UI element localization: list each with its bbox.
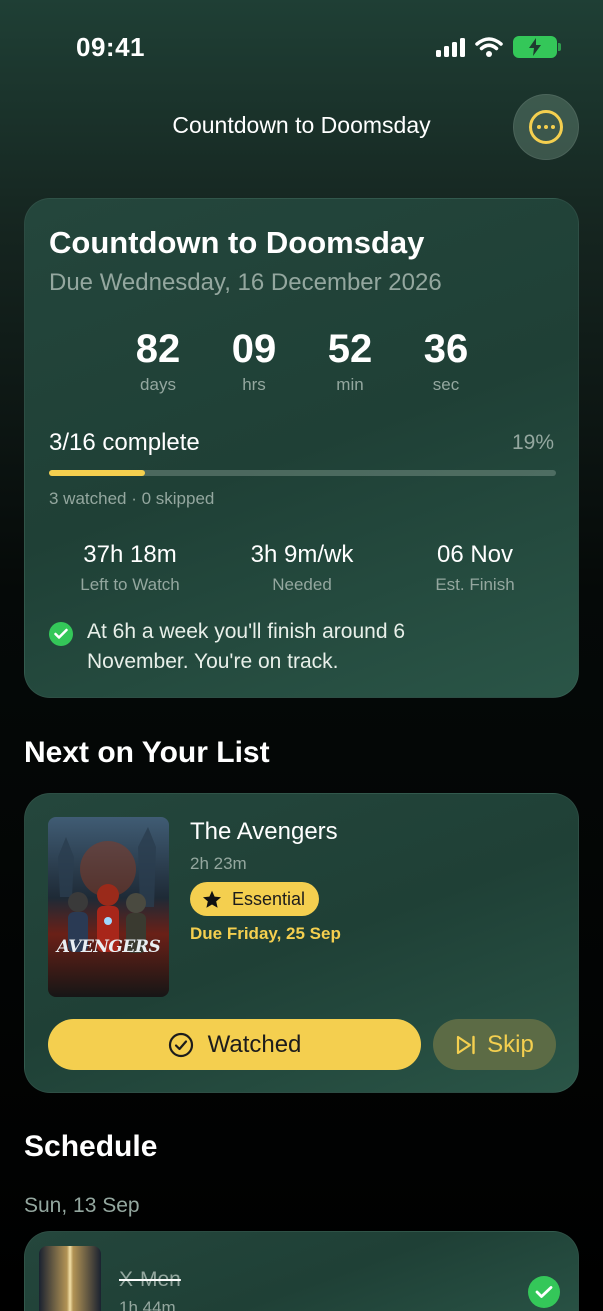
watched-button[interactable]: Watched <box>48 1019 421 1070</box>
cellular-signal-icon <box>436 37 465 57</box>
minutes-label: min <box>336 375 364 394</box>
stat-label: Est. Finish <box>435 575 515 594</box>
progress-label: 3/16 complete <box>49 429 200 456</box>
countdown-card: Countdown to Doomsday Due Wednesday, 16 … <box>24 198 579 698</box>
schedule-day-label: Sun, 13 Sep <box>24 1194 140 1217</box>
progress-summary: 3 watched · 0 skipped <box>49 489 215 508</box>
hours-value: 09 <box>231 327 277 371</box>
next-section-title: Next on Your List <box>24 736 270 769</box>
skip-button[interactable]: Skip <box>433 1019 556 1070</box>
schedule-item-duration: 1h 44m <box>119 1298 176 1311</box>
on-track-note: At 6h a week you'll finish around 6 Nove… <box>87 620 406 673</box>
progress-percent: 19% <box>511 431 554 454</box>
stat-needed: 3h 9m/wk Needed <box>217 541 387 595</box>
stat-label: Left to Watch <box>80 575 180 594</box>
countdown-title: Countdown to Doomsday <box>49 225 425 260</box>
skip-forward-icon <box>457 1035 475 1054</box>
movie-poster: AVENGERS <box>48 817 169 997</box>
countdown-days: 82 days <box>108 327 208 395</box>
ellipsis-circle-icon <box>529 110 563 144</box>
progress-bar <box>49 470 556 476</box>
next-movie-card[interactable]: AVENGERS The Avengers 2h 23m Essential D… <box>24 793 579 1093</box>
status-bar: 09:41 <box>0 0 603 100</box>
badge-label: Essential <box>232 888 306 909</box>
stat-left-to-watch: 37h 18m Left to Watch <box>45 541 215 595</box>
countdown-minutes: 52 min <box>300 327 400 395</box>
due-date: Due Wednesday, 16 December 2026 <box>49 269 442 296</box>
countdown-hours: 09 hrs <box>204 327 304 395</box>
stat-value: 06 Nov <box>436 541 514 568</box>
schedule-item-thumbnail <box>39 1246 101 1311</box>
schedule-item-title: X-Men <box>119 1268 181 1291</box>
skip-label: Skip <box>487 1030 534 1058</box>
schedule-item[interactable]: X-Men 1h 44m <box>24 1231 579 1311</box>
minutes-value: 52 <box>327 327 373 371</box>
movie-duration: 2h 23m <box>190 854 247 873</box>
poster-artwork <box>58 827 156 953</box>
hours-label: hrs <box>242 375 266 394</box>
progress-bar-fill <box>49 470 146 476</box>
days-value: 82 <box>135 327 181 371</box>
watched-check-icon[interactable] <box>528 1276 560 1308</box>
battery-icon <box>513 36 561 58</box>
schedule-title: Schedule <box>24 1130 158 1163</box>
stat-est-finish: 06 Nov Est. Finish <box>390 541 560 595</box>
wifi-icon <box>475 37 503 57</box>
seconds-value: 36 <box>423 327 469 371</box>
seconds-label: sec <box>432 375 460 394</box>
movie-title: The Avengers <box>190 818 338 845</box>
stat-label: Needed <box>272 575 332 594</box>
stat-value: 3h 9m/wk <box>250 541 354 568</box>
more-options-button[interactable] <box>513 94 579 160</box>
poster-title-text: AVENGERS <box>56 937 161 957</box>
charging-bolt-icon <box>529 38 541 56</box>
star-icon <box>203 890 221 908</box>
status-icons <box>436 36 561 58</box>
days-label: days <box>140 375 176 394</box>
stat-value: 37h 18m <box>83 541 177 568</box>
watched-label: Watched <box>207 1030 302 1058</box>
countdown-seconds: 36 sec <box>396 327 496 395</box>
movie-due-date: Due Friday, 25 Sep <box>190 924 341 943</box>
status-time: 09:41 <box>76 32 145 62</box>
on-track-check-icon <box>49 622 73 646</box>
essential-badge: Essential <box>190 882 320 916</box>
check-circle-icon <box>168 1032 193 1057</box>
